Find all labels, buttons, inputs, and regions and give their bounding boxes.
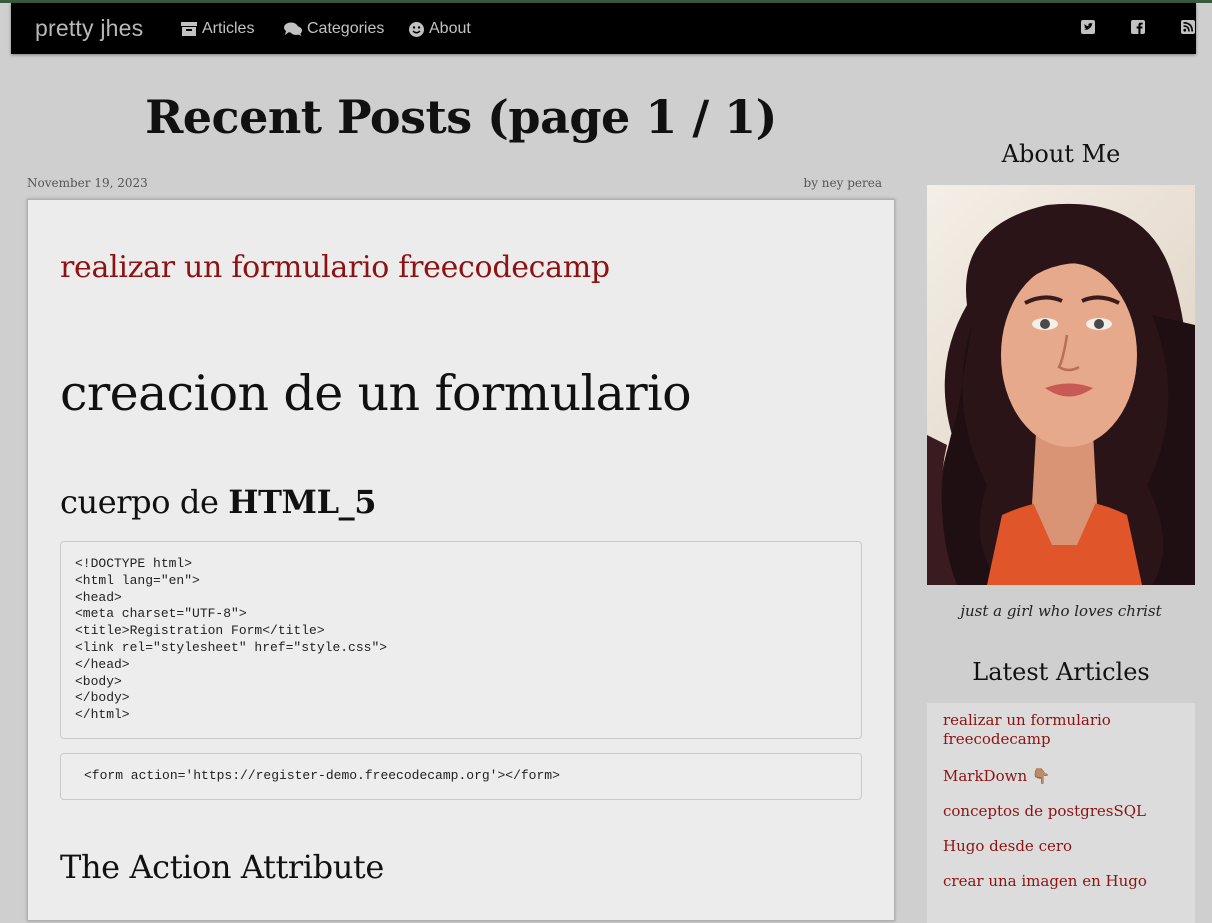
facebook-icon[interactable] — [1131, 20, 1145, 34]
about-tagline: just a girl who loves christ — [960, 602, 1162, 620]
nav-articles-label: Articles — [202, 20, 255, 37]
comments-icon — [284, 22, 302, 36]
post-heading-2-prefix: cuerpo de — [60, 483, 229, 521]
nav-articles[interactable]: Articles — [181, 20, 254, 38]
post-heading-action: The Action Attribute — [60, 848, 384, 886]
nav-categories-label: Categories — [307, 20, 385, 37]
latest-article-link[interactable]: conceptos de postgresSQL — [943, 802, 1183, 821]
portrait-illustration — [927, 203, 1195, 585]
smile-icon — [409, 21, 424, 37]
nav-about[interactable]: About — [409, 20, 471, 38]
post-heading-2-bold: HTML_5 — [228, 483, 377, 521]
nav-categories[interactable]: Categories — [284, 20, 384, 38]
post-heading-2: cuerpo de HTML_5 — [60, 483, 377, 521]
post-title-link[interactable]: realizar un formulario freecodecamp — [60, 250, 610, 285]
archive-icon — [181, 22, 197, 36]
post-date: November 19, 2023 — [27, 176, 148, 190]
navbar: pretty jhes Articles Categories About — [11, 3, 1196, 54]
latest-articles-heading: Latest Articles — [972, 658, 1150, 686]
post-card: realizar un formulario freecodecamp crea… — [27, 199, 895, 921]
latest-article-link[interactable]: realizar un formulario freecodecamp — [943, 711, 1183, 749]
post-author: by ney perea — [803, 176, 882, 190]
twitter-icon[interactable] — [1081, 20, 1095, 34]
page-title: Recent Posts (page 1 / 1) — [145, 90, 777, 144]
profile-portrait — [927, 185, 1195, 585]
latest-article-link[interactable]: MarkDown 👇🏽 — [943, 767, 1183, 786]
latest-articles-list: realizar un formulario freecodecamp Mark… — [927, 703, 1195, 923]
latest-article-link[interactable]: crear una imagen en Hugo — [943, 872, 1183, 891]
site-brand[interactable]: pretty jhes — [35, 15, 143, 42]
about-heading: About Me — [1001, 140, 1121, 168]
post-heading-1: creacion de un formulario — [60, 365, 692, 422]
code-block-form: <form action='https://register-demo.free… — [60, 753, 862, 800]
nav-about-label: About — [429, 20, 471, 37]
code-block-html: <!DOCTYPE html> <html lang="en"> <head> … — [60, 541, 862, 739]
latest-article-link[interactable]: Hugo desde cero — [943, 837, 1183, 856]
rss-icon[interactable] — [1181, 20, 1195, 34]
